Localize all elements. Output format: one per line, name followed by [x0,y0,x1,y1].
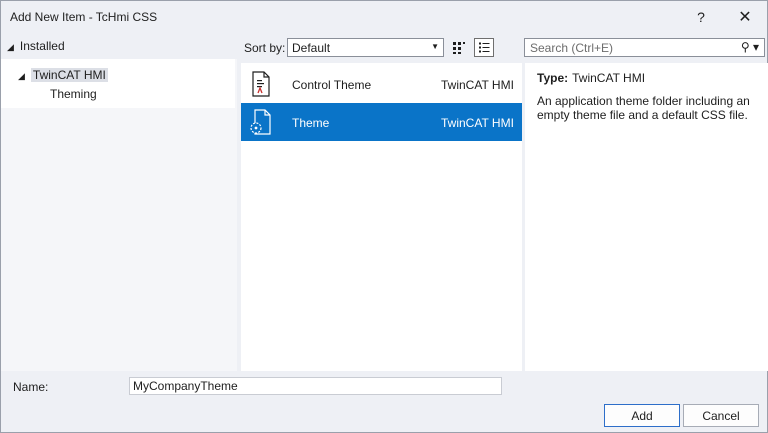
template-name: Control Theme [292,78,372,92]
search-input[interactable]: Search (Ctrl+E) ⚲ ▾ [524,38,765,57]
window-title: Add New Item - TcHmi CSS [10,10,158,24]
list-item-control-theme[interactable]: Control Theme TwinCAT HMI [241,65,522,103]
cancel-button[interactable]: Cancel [683,404,759,427]
add-new-item-dialog: Add New Item - TcHmi CSS ? ✕ ◢ Installed … [0,0,768,433]
css-file-icon [252,71,270,97]
tree-item-twincat-hmi[interactable]: ◢ TwinCAT HMI [18,68,108,82]
details-type-value: TwinCAT HMI [572,71,646,85]
template-type: TwinCAT HMI [441,116,514,130]
name-label: Name: [13,380,49,394]
search-placeholder: Search (Ctrl+E) [530,41,614,55]
details-view-button[interactable] [474,38,494,57]
sort-selected-value: Default [292,41,331,55]
help-button[interactable]: ? [679,1,723,32]
sort-dropdown[interactable]: Default ▼ [287,38,444,57]
title-bar: Add New Item - TcHmi CSS ? ✕ [1,1,767,32]
grid-view-icon [453,41,465,54]
tree-item-label: TwinCAT HMI [30,68,108,82]
list-view-icon [478,42,489,53]
close-button[interactable]: ✕ [723,1,767,32]
search-icon[interactable]: ⚲ ▾ [741,40,759,54]
sort-label: Sort by: [244,41,286,55]
dropdown-arrow-icon: ▼ [431,42,439,51]
tree-selection-highlight [1,59,235,108]
name-input[interactable] [129,377,502,395]
small-icons-view-button[interactable] [449,38,469,57]
template-list: Control Theme TwinCAT HMI Theme TwinCAT … [241,63,522,371]
add-button[interactable]: Add [604,404,680,427]
template-type: TwinCAT HMI [441,78,514,92]
template-name: Theme [292,116,330,130]
expand-triangle-icon[interactable]: ◢ [18,71,25,81]
collapse-triangle-icon[interactable]: ◢ [7,42,14,52]
list-item-theme[interactable]: Theme TwinCAT HMI [241,103,522,141]
template-details: Type: TwinCAT HMI An application theme fo… [525,63,768,371]
details-type-label: Type: [537,71,569,85]
category-tree: ◢ TwinCAT HMI Theming [1,59,237,371]
theme-folder-icon [250,109,271,135]
details-description: An application theme folder including an… [537,94,750,122]
tree-header-label: Installed [19,39,65,53]
tree-header-installed[interactable]: ◢ Installed [7,39,65,53]
details-type: Type: TwinCAT HMI [537,71,756,85]
tree-item-theming[interactable]: Theming [50,87,97,101]
